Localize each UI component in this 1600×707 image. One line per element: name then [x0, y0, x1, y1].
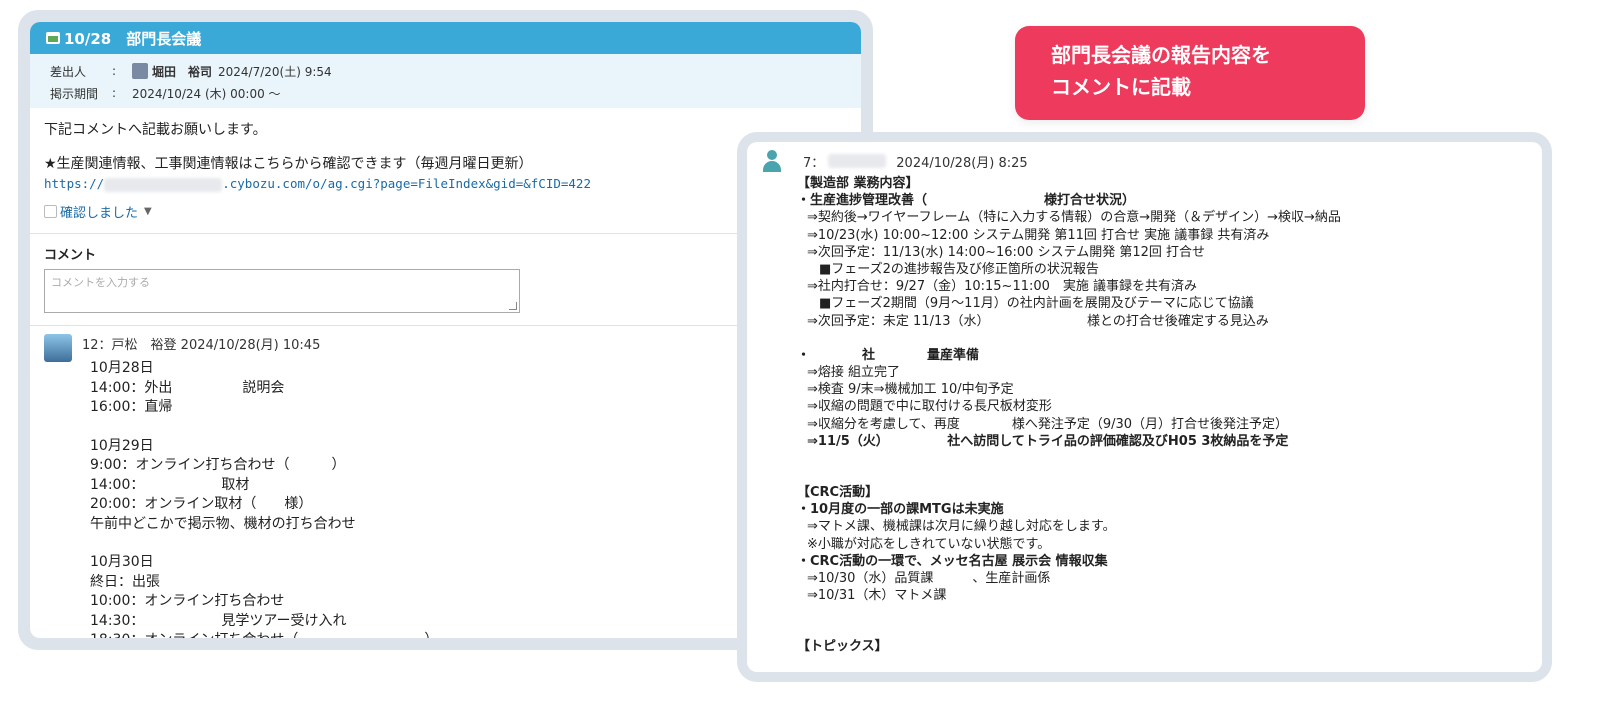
callout-banner: 部門長会議の報告内容を コメントに記載	[1015, 26, 1365, 120]
comment-line: ⇒10/31（木）マトメ課	[807, 588, 947, 604]
comment-line: ⇒次回予定：未定 11/13（水） 様との打合せ後確定する見込み	[807, 313, 1269, 329]
comment-number: 7：	[803, 155, 825, 171]
comment-line: ・生産進捗管理改善（ 様打合せ状況）	[797, 193, 1136, 209]
comment-body: 10月28日 14:00：外出 説明会 16:00：直帰 10月29日 9:00：オンラ…	[90, 359, 438, 638]
comment-line: ⇒熔接 組立完了	[807, 365, 901, 381]
comment-line: ⇒契約後→ワイヤーフレーム（特に入力する情報）の合意→開発（＆デザイン）→検収→…	[807, 210, 1341, 226]
comment-line	[797, 467, 1542, 484]
sender-date: 2024/7/20(土) 9:54	[218, 64, 332, 79]
comment-line: 終日：出張	[90, 573, 160, 590]
comment-line: ⇒収縮分を考慮して、再度 様へ発注予定（9/30（月）打合せ後発注予定）	[807, 416, 1289, 432]
comment-line: 午前中どこかで掲示物、機材の打ち合わせ	[90, 515, 356, 532]
comment-line: ■フェーズ2期間（9月～11月）の社内計画を展開及びテーマに応じて協議	[819, 296, 1254, 312]
comment-line	[797, 604, 1542, 621]
calendar-icon	[46, 32, 60, 44]
comment-line: ⇒収縮の問題で中に取付ける長尺板材変形	[807, 399, 1052, 415]
comment-line	[90, 418, 438, 437]
sender-name[interactable]: 堀田 裕司	[152, 63, 212, 80]
comment-line: ⇒次回予定：11/13(水) 14:00~16:00 システム開発 第12回 打…	[807, 244, 1206, 260]
comment-line: ⇒検査 9/末⇒機械加工 10/中旬予定	[807, 382, 1014, 398]
callout-line: コメントに記載	[1051, 75, 1191, 99]
redacted	[828, 154, 887, 168]
comment-line: 14:00：外出 説明会	[90, 379, 285, 396]
body-line: ★生産関連情報、工事関連情報はこちらから確認できます（毎週月曜日更新）	[44, 156, 533, 172]
comment-line	[797, 621, 1542, 638]
comment-line: 【CRC活動】	[797, 485, 879, 501]
redacted	[104, 177, 223, 192]
comment-line: ・ 社 量産準備	[797, 347, 980, 363]
comment-line: 10:00：オンライン打ち合わせ	[90, 593, 285, 609]
comment-line: 10月28日	[90, 360, 154, 376]
comment-body: 【製造部 業務内容】・生産進捗管理改善（ 様打合せ状況） ⇒契約後→ワイヤーフレー…	[797, 175, 1542, 656]
comment-line: ⇒10/30（水）品質課 、生産計画係	[807, 571, 1051, 587]
comment-line: 16:00：直帰	[90, 399, 173, 415]
comment-line: 【製造部 業務内容】	[797, 176, 919, 191]
comment-line: 18:30：オンライン打ち合わせ（ ）	[90, 631, 438, 638]
comment-line: ⇒10/23(水) 10:00~12:00 システム開発 第11回 打合せ 実施…	[807, 227, 1270, 243]
sender-avatar	[132, 63, 148, 79]
person-icon	[44, 205, 57, 218]
bulletin-title: 10/28 部門長会議	[64, 29, 202, 48]
comment-line: 14:30： 見学ツアー受け入れ	[90, 612, 347, 629]
confirm-label: 確認しました	[60, 206, 139, 221]
body-line: 下記コメントへ記載お願いします。	[44, 122, 267, 138]
comment-line	[797, 450, 1542, 467]
comment-line: 10月29日	[90, 437, 154, 454]
bulletin-meta: 差出人 : 堀田 裕司 2024/7/20(土) 9:54 掲示期間 : 202…	[30, 54, 861, 108]
comment-line	[90, 534, 438, 553]
comment-line: ※小職が対応をしきれていない状態です。	[807, 536, 1051, 552]
avatar[interactable]	[44, 334, 72, 362]
bulletin-title-bar: 10/28 部門長会議	[30, 22, 861, 54]
sender-label: 差出人	[50, 64, 87, 79]
period-label: 掲示期間	[50, 86, 99, 101]
comment-date: 2024/10/28(月) 8:25	[896, 155, 1028, 171]
comment-line: ⇒社内打合せ：9/27（金）10:15~11:00 実施 議事録を共有済み	[807, 279, 1198, 295]
comment-line: 【トピックス】	[797, 639, 888, 655]
comment-line: ・CRC活動の一環で、メッセ名古屋 展示会 情報収集	[797, 553, 1108, 569]
comment-line: ⇒11/5（火） 社へ訪問してトライ品の評価確認及びH05 3枚納品を予定	[807, 433, 1289, 449]
comment-line: ■フェーズ2の進捗報告及び修正箇所の状況報告	[819, 262, 1099, 278]
file-link[interactable]: https://.cybozu.com/o/ag.cgi?page=FileIn…	[44, 174, 847, 194]
comment-zoom-panel: 7： 2024/10/28(月) 8:25 【製造部 業務内容】・生産進捗管理改…	[737, 132, 1552, 682]
comment-line	[797, 330, 1542, 347]
comment-line: 9:00：オンライン打ち合わせ（ ）	[90, 457, 346, 473]
callout-line: 部門長会議の報告内容を	[1051, 43, 1271, 67]
comment-header: 7： 2024/10/28(月) 8:25	[761, 150, 1542, 172]
chevron-down-icon[interactable]: ▼	[144, 206, 152, 217]
user-icon	[761, 150, 783, 172]
comment-input[interactable]: コメントを入力する	[44, 269, 520, 313]
comment-line: 20:00：オンライン取材（ 様）	[90, 496, 313, 512]
comment-line: 14:00： 取材	[90, 476, 250, 493]
comment-card: 7： 2024/10/28(月) 8:25 【製造部 業務内容】・生産進捗管理改…	[747, 142, 1542, 672]
comment-header: 12：戸松 裕登 2024/10/28(月) 10:45	[82, 338, 321, 353]
period-value: 2024/10/24 (木) 00:00 ～	[132, 86, 281, 101]
comment-line: ・10月度の一部の課MTGは未実施	[797, 502, 1004, 518]
comment-line: ⇒マトメ課、機械課は次月に繰り越し対応をします。	[807, 519, 1116, 535]
comment-line: 10月30日	[90, 554, 154, 570]
